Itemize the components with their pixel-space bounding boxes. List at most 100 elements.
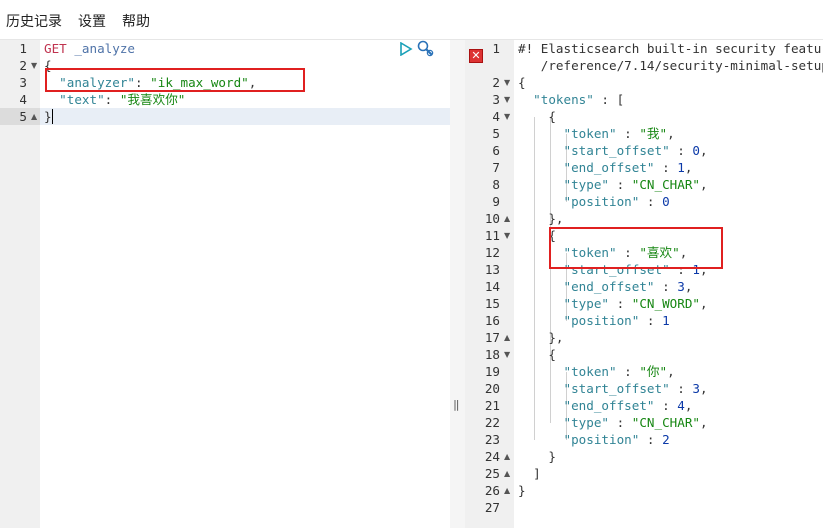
json-token: "end_offset" bbox=[563, 398, 655, 413]
line-number: 2 bbox=[492, 75, 500, 90]
code-line: }, bbox=[518, 330, 564, 345]
menu-help[interactable]: 帮助 bbox=[122, 11, 150, 31]
code-line: { bbox=[518, 347, 556, 362]
error-icon[interactable]: ✕ bbox=[469, 49, 483, 63]
fold-arrow-icon[interactable]: ▼ bbox=[504, 227, 510, 244]
code-line: "position" : 1 bbox=[563, 313, 670, 328]
json-token: 2 bbox=[662, 432, 670, 447]
menu-history[interactable]: 历史记录 bbox=[6, 11, 62, 31]
code-line: GET _analyze bbox=[44, 40, 450, 57]
json-token: "end_offset" bbox=[563, 160, 655, 175]
wrench-icon[interactable] bbox=[417, 40, 435, 61]
json-token: 3 bbox=[692, 381, 700, 396]
play-icon[interactable] bbox=[399, 41, 413, 60]
request-editor[interactable]: 1 2 ▼ 3 4 5 ▲ GET _analyze { "analyzer":… bbox=[0, 40, 450, 528]
fold-arrow-icon[interactable]: ▼ bbox=[504, 91, 510, 108]
resize-handle-icon[interactable]: ‖ bbox=[453, 398, 460, 411]
menu-settings[interactable]: 设置 bbox=[78, 11, 106, 31]
json-token: 1 bbox=[662, 313, 670, 328]
code-line: #! Elasticsearch built-in security featu bbox=[518, 40, 823, 57]
line-number: 10 bbox=[484, 211, 500, 226]
json-token: "type" bbox=[563, 177, 610, 192]
line-number: 3 bbox=[492, 92, 500, 107]
json-key: "text" bbox=[59, 92, 105, 107]
line-number: 18 bbox=[484, 347, 500, 362]
line-number: 21 bbox=[484, 398, 500, 413]
json-token: 3 bbox=[677, 279, 685, 294]
menu-bar: 历史记录 设置 帮助 bbox=[0, 0, 823, 40]
code-line: "end_offset" : 4, bbox=[563, 398, 693, 413]
fold-arrow-icon[interactable]: ▼ bbox=[31, 57, 37, 74]
json-token: "position" bbox=[563, 313, 640, 328]
code-line: "token" : "我", bbox=[563, 126, 675, 141]
line-number: 1 bbox=[19, 41, 27, 56]
code-line: "tokens" : [ bbox=[533, 92, 625, 107]
fold-arrow-icon[interactable]: ▲ bbox=[504, 448, 510, 465]
line-number: 9 bbox=[492, 194, 500, 209]
pane-divider[interactable] bbox=[450, 40, 465, 528]
line-number: 16 bbox=[484, 313, 500, 328]
line-number: 22 bbox=[484, 415, 500, 430]
code-line: { bbox=[518, 75, 526, 90]
text-cursor bbox=[52, 109, 53, 124]
fold-arrow-icon[interactable]: ▼ bbox=[504, 108, 510, 125]
line-number: 6 bbox=[492, 143, 500, 158]
code-line: "end_offset" : 1, bbox=[563, 160, 693, 175]
json-token: "start_offset" bbox=[563, 381, 670, 396]
line-number: 12 bbox=[484, 245, 500, 260]
json-token: "end_offset" bbox=[563, 279, 655, 294]
line-number: 17 bbox=[484, 330, 500, 345]
json-token: "我" bbox=[639, 126, 668, 141]
json-token: "CN_CHAR" bbox=[631, 177, 700, 192]
code-line: "text": "我喜欢你" bbox=[59, 92, 186, 107]
fold-arrow-icon[interactable]: ▲ bbox=[504, 210, 510, 227]
json-token: "type" bbox=[563, 296, 610, 311]
line-number: 26 bbox=[484, 483, 500, 498]
code-line: { bbox=[518, 109, 556, 124]
line-number: 7 bbox=[492, 160, 500, 175]
code-line: "end_offset" : 3, bbox=[563, 279, 693, 294]
json-token: #! Elasticsearch built-in security featu bbox=[518, 41, 822, 56]
request-path: _analyze bbox=[74, 41, 136, 56]
code-line: "start_offset" : 0, bbox=[563, 143, 708, 158]
json-token: "tokens" bbox=[533, 92, 594, 107]
code-line: /reference/7.14/security-minimal-setup bbox=[518, 57, 823, 74]
line-number: 2 bbox=[19, 58, 27, 73]
response-viewer[interactable]: #! Elasticsearch built-in security featu… bbox=[465, 40, 823, 528]
json-token: /reference/7.14/security-minimal-setup bbox=[540, 58, 823, 73]
response-code: #! Elasticsearch built-in security featu… bbox=[514, 40, 823, 528]
fold-arrow-icon[interactable]: ▲ bbox=[31, 108, 37, 125]
fold-arrow-icon[interactable]: ▲ bbox=[504, 329, 510, 346]
json-token: "token" bbox=[563, 364, 617, 379]
code-line: "token" : "你", bbox=[563, 364, 675, 379]
code-line: "position" : 2 bbox=[563, 432, 670, 447]
line-number: 23 bbox=[484, 432, 500, 447]
line-number: 14 bbox=[484, 279, 500, 294]
line-number: 4 bbox=[492, 109, 500, 124]
line-number: 4 bbox=[19, 92, 27, 107]
code-line: "type" : "CN_CHAR", bbox=[563, 415, 708, 430]
json-token: 0 bbox=[692, 143, 700, 158]
code-line: "start_offset" : 3, bbox=[563, 381, 708, 396]
code-line: "position" : 0 bbox=[563, 194, 670, 209]
line-number: 19 bbox=[484, 364, 500, 379]
json-token: "type" bbox=[563, 415, 610, 430]
fold-arrow-icon[interactable]: ▲ bbox=[504, 465, 510, 482]
fold-arrow-icon[interactable]: ▼ bbox=[504, 346, 510, 363]
line-number: 15 bbox=[484, 296, 500, 311]
token-highlight-box bbox=[549, 227, 723, 269]
code-line: ] bbox=[518, 466, 541, 481]
json-token: "start_offset" bbox=[563, 143, 670, 158]
json-string: "我喜欢你" bbox=[119, 92, 186, 107]
json-token: "你" bbox=[639, 364, 668, 379]
request-code[interactable]: GET _analyze { "analyzer": "ik_max_word"… bbox=[40, 40, 450, 528]
code-line: } bbox=[518, 449, 556, 464]
fold-arrow-icon[interactable]: ▲ bbox=[504, 482, 510, 499]
json-token: "position" bbox=[563, 194, 640, 209]
line-number: 5 bbox=[492, 126, 500, 141]
brace: } bbox=[44, 109, 52, 124]
analyzer-highlight-box bbox=[45, 68, 305, 92]
line-number: 5 bbox=[19, 109, 27, 124]
fold-arrow-icon[interactable]: ▼ bbox=[504, 74, 510, 91]
